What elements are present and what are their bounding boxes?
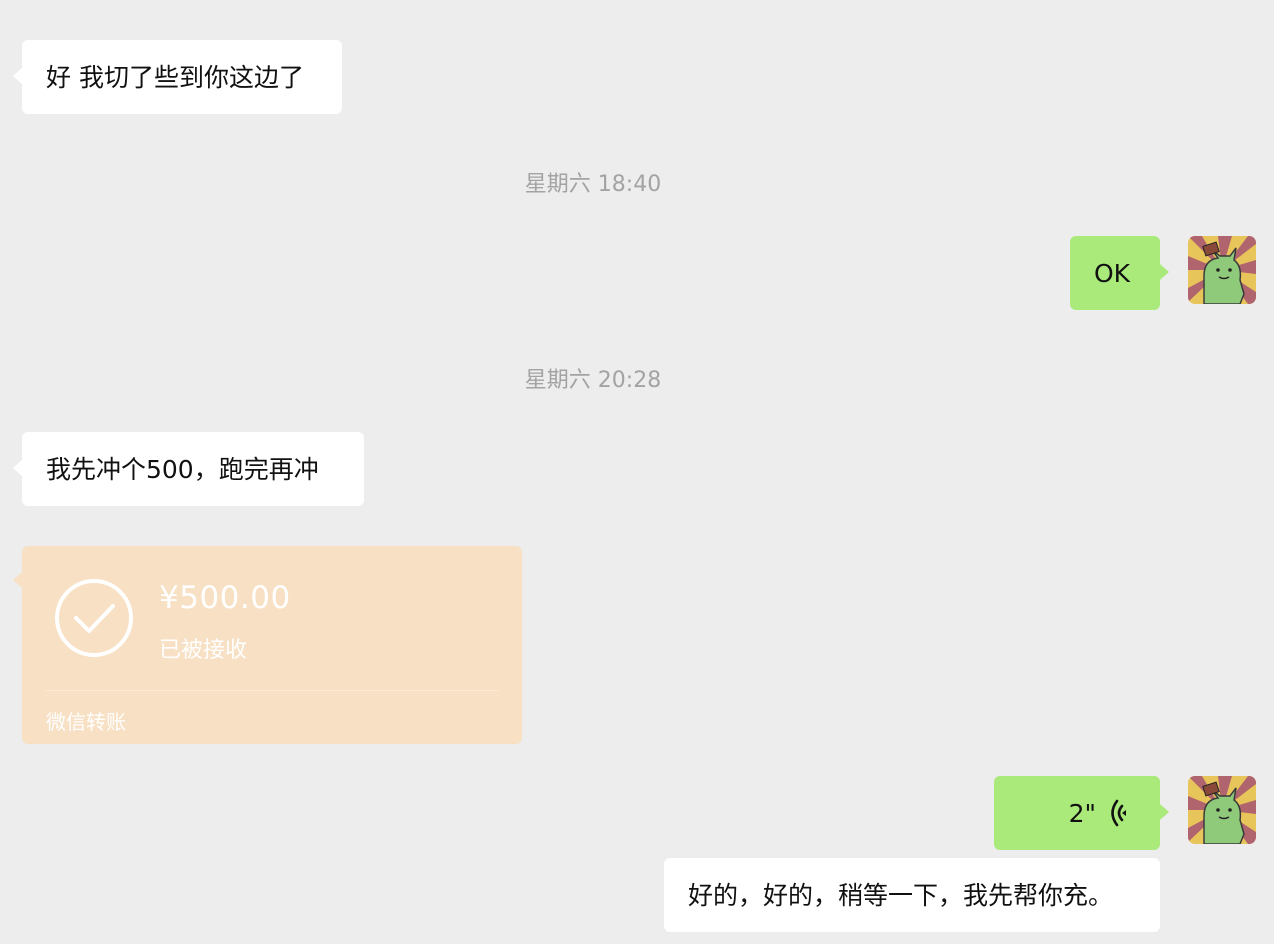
outgoing-message-bubble[interactable]: OK [1070,236,1169,310]
transfer-amount: ¥500.00 [159,580,291,616]
message-text: OK [1094,258,1131,288]
incoming-message-bubble[interactable]: 好 我切了些到你这边了 [13,40,342,114]
voice-wave-icon [1111,799,1126,827]
incoming-message-bubble[interactable]: 我先冲个500，跑完再冲 [13,432,364,506]
cat-avatar-icon [1188,236,1256,304]
message-text: 好的，好的，稍等一下，我先帮你充。 [688,880,1114,910]
voice-message-bubble[interactable]: 2" [994,776,1169,850]
message-text: 我先冲个500，跑完再冲 [46,454,319,484]
message-text: 好 我切了些到你这边了 [46,62,304,92]
timestamp: 星期六 20:28 [524,368,662,393]
cat-avatar-icon [1188,776,1256,844]
user-avatar[interactable] [1188,776,1256,844]
wechat-transfer-card[interactable]: ¥500.00 已被接收 微信转账 [13,546,522,744]
transfer-label: 微信转账 [46,710,126,734]
check-circle-icon [55,579,133,657]
divider [46,690,498,691]
outgoing-message-bubble[interactable]: 好的，好的，稍等一下，我先帮你充。 [664,858,1160,932]
timestamp: 星期六 18:40 [524,172,662,197]
user-avatar[interactable] [1188,236,1256,304]
transfer-status: 已被接收 [159,638,248,663]
voice-duration: 2" [1068,798,1096,828]
